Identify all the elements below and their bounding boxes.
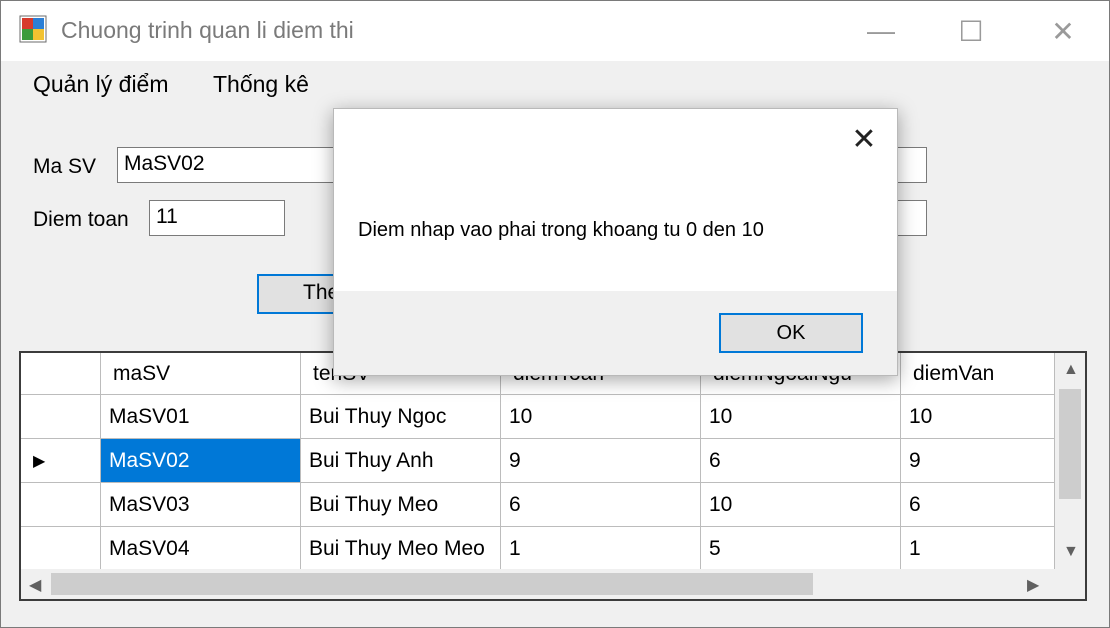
dialog-close-icon: ✕ xyxy=(851,123,877,156)
minimize-button[interactable]: — xyxy=(835,1,927,61)
diemtoan-input[interactable]: 11 xyxy=(149,200,285,236)
grid-cell[interactable]: 6 xyxy=(501,483,701,527)
grid-cell[interactable]: 10 xyxy=(501,395,701,439)
grid-cell[interactable]: 10 xyxy=(701,395,901,439)
scroll-up-icon[interactable]: ▲ xyxy=(1063,361,1079,379)
scroll-right-icon[interactable]: ▶ xyxy=(1027,575,1039,595)
close-icon: ✕ xyxy=(1051,15,1075,47)
grid-cell[interactable]: MaSV02 xyxy=(101,439,301,483)
grid-cell[interactable]: 5 xyxy=(701,527,901,571)
maximize-button[interactable]: ☐ xyxy=(925,1,1017,61)
grid-cell[interactable]: Bui Thuy Meo Meo xyxy=(301,527,501,571)
grid-cell[interactable]: Bui Thuy Anh xyxy=(301,439,501,483)
row-header[interactable] xyxy=(21,483,101,527)
row-header[interactable] xyxy=(21,527,101,571)
ok-button-label: OK xyxy=(776,322,806,344)
row-header[interactable]: ▶ xyxy=(21,439,101,483)
column-header-diemVan[interactable]: diemVan xyxy=(901,353,1055,395)
grid-cell[interactable]: 9 xyxy=(901,439,1055,483)
horizontal-scroll-thumb[interactable] xyxy=(51,573,813,595)
grid-cell[interactable]: 10 xyxy=(901,395,1055,439)
window-title: Chuong trinh quan li diem thi xyxy=(61,17,354,43)
vertical-scroll-thumb[interactable] xyxy=(1059,389,1081,499)
masv-value: MaSV02 xyxy=(124,152,205,175)
grid-cell[interactable]: 1 xyxy=(501,527,701,571)
close-button[interactable]: ✕ xyxy=(1017,1,1109,61)
grid-cell[interactable]: 6 xyxy=(701,439,901,483)
menu-quan-ly-diem[interactable]: Quản lý điểm xyxy=(33,71,169,98)
masv-label: Ma SV xyxy=(33,155,97,178)
app-icon xyxy=(19,15,47,43)
minimize-icon: — xyxy=(867,15,895,46)
scroll-left-icon[interactable]: ◀ xyxy=(29,575,41,595)
grid-cell[interactable]: Bui Thuy Meo xyxy=(301,483,501,527)
ok-button[interactable]: OK xyxy=(719,313,863,353)
title-bar: Chuong trinh quan li diem thi — ☐ ✕ xyxy=(1,1,1109,61)
column-header-maSV[interactable]: maSV xyxy=(101,353,301,395)
menu-bar: Quản lý điểm Thống kê xyxy=(1,61,1109,111)
grid-cell[interactable]: MaSV04 xyxy=(101,527,301,571)
grid-cell[interactable]: Bui Thuy Ngoc xyxy=(301,395,501,439)
grid-cell[interactable]: MaSV01 xyxy=(101,395,301,439)
row-header[interactable] xyxy=(21,395,101,439)
dialog-close-button[interactable]: ✕ xyxy=(844,123,884,157)
grid-corner-header[interactable] xyxy=(21,353,101,395)
students-grid[interactable]: maSVtenSVdiemToandiemNgoaiNgudiemVanMaSV… xyxy=(19,351,1087,601)
grid-cell[interactable]: 1 xyxy=(901,527,1055,571)
grid-cell[interactable]: 10 xyxy=(701,483,901,527)
diemtoan-value: 11 xyxy=(156,205,178,228)
scroll-down-icon[interactable]: ▼ xyxy=(1063,543,1079,561)
dialog-footer: OK xyxy=(334,291,897,375)
message-dialog: ✕ Diem nhap vao phai trong khoang tu 0 d… xyxy=(333,108,898,376)
grid-cell[interactable]: MaSV03 xyxy=(101,483,301,527)
dialog-message: Diem nhap vao phai trong khoang tu 0 den… xyxy=(358,219,764,241)
maximize-icon: ☐ xyxy=(958,15,984,47)
diemtoan-label: Diem toan xyxy=(33,208,129,231)
grid-cell[interactable]: 6 xyxy=(901,483,1055,527)
menu-thong-ke[interactable]: Thống kê xyxy=(213,71,309,98)
vertical-scrollbar[interactable]: ▲ ▼ xyxy=(1055,353,1085,569)
scroll-corner xyxy=(1055,569,1085,599)
horizontal-scrollbar[interactable]: ◀ ▶ xyxy=(21,569,1055,599)
grid-cell[interactable]: 9 xyxy=(501,439,701,483)
